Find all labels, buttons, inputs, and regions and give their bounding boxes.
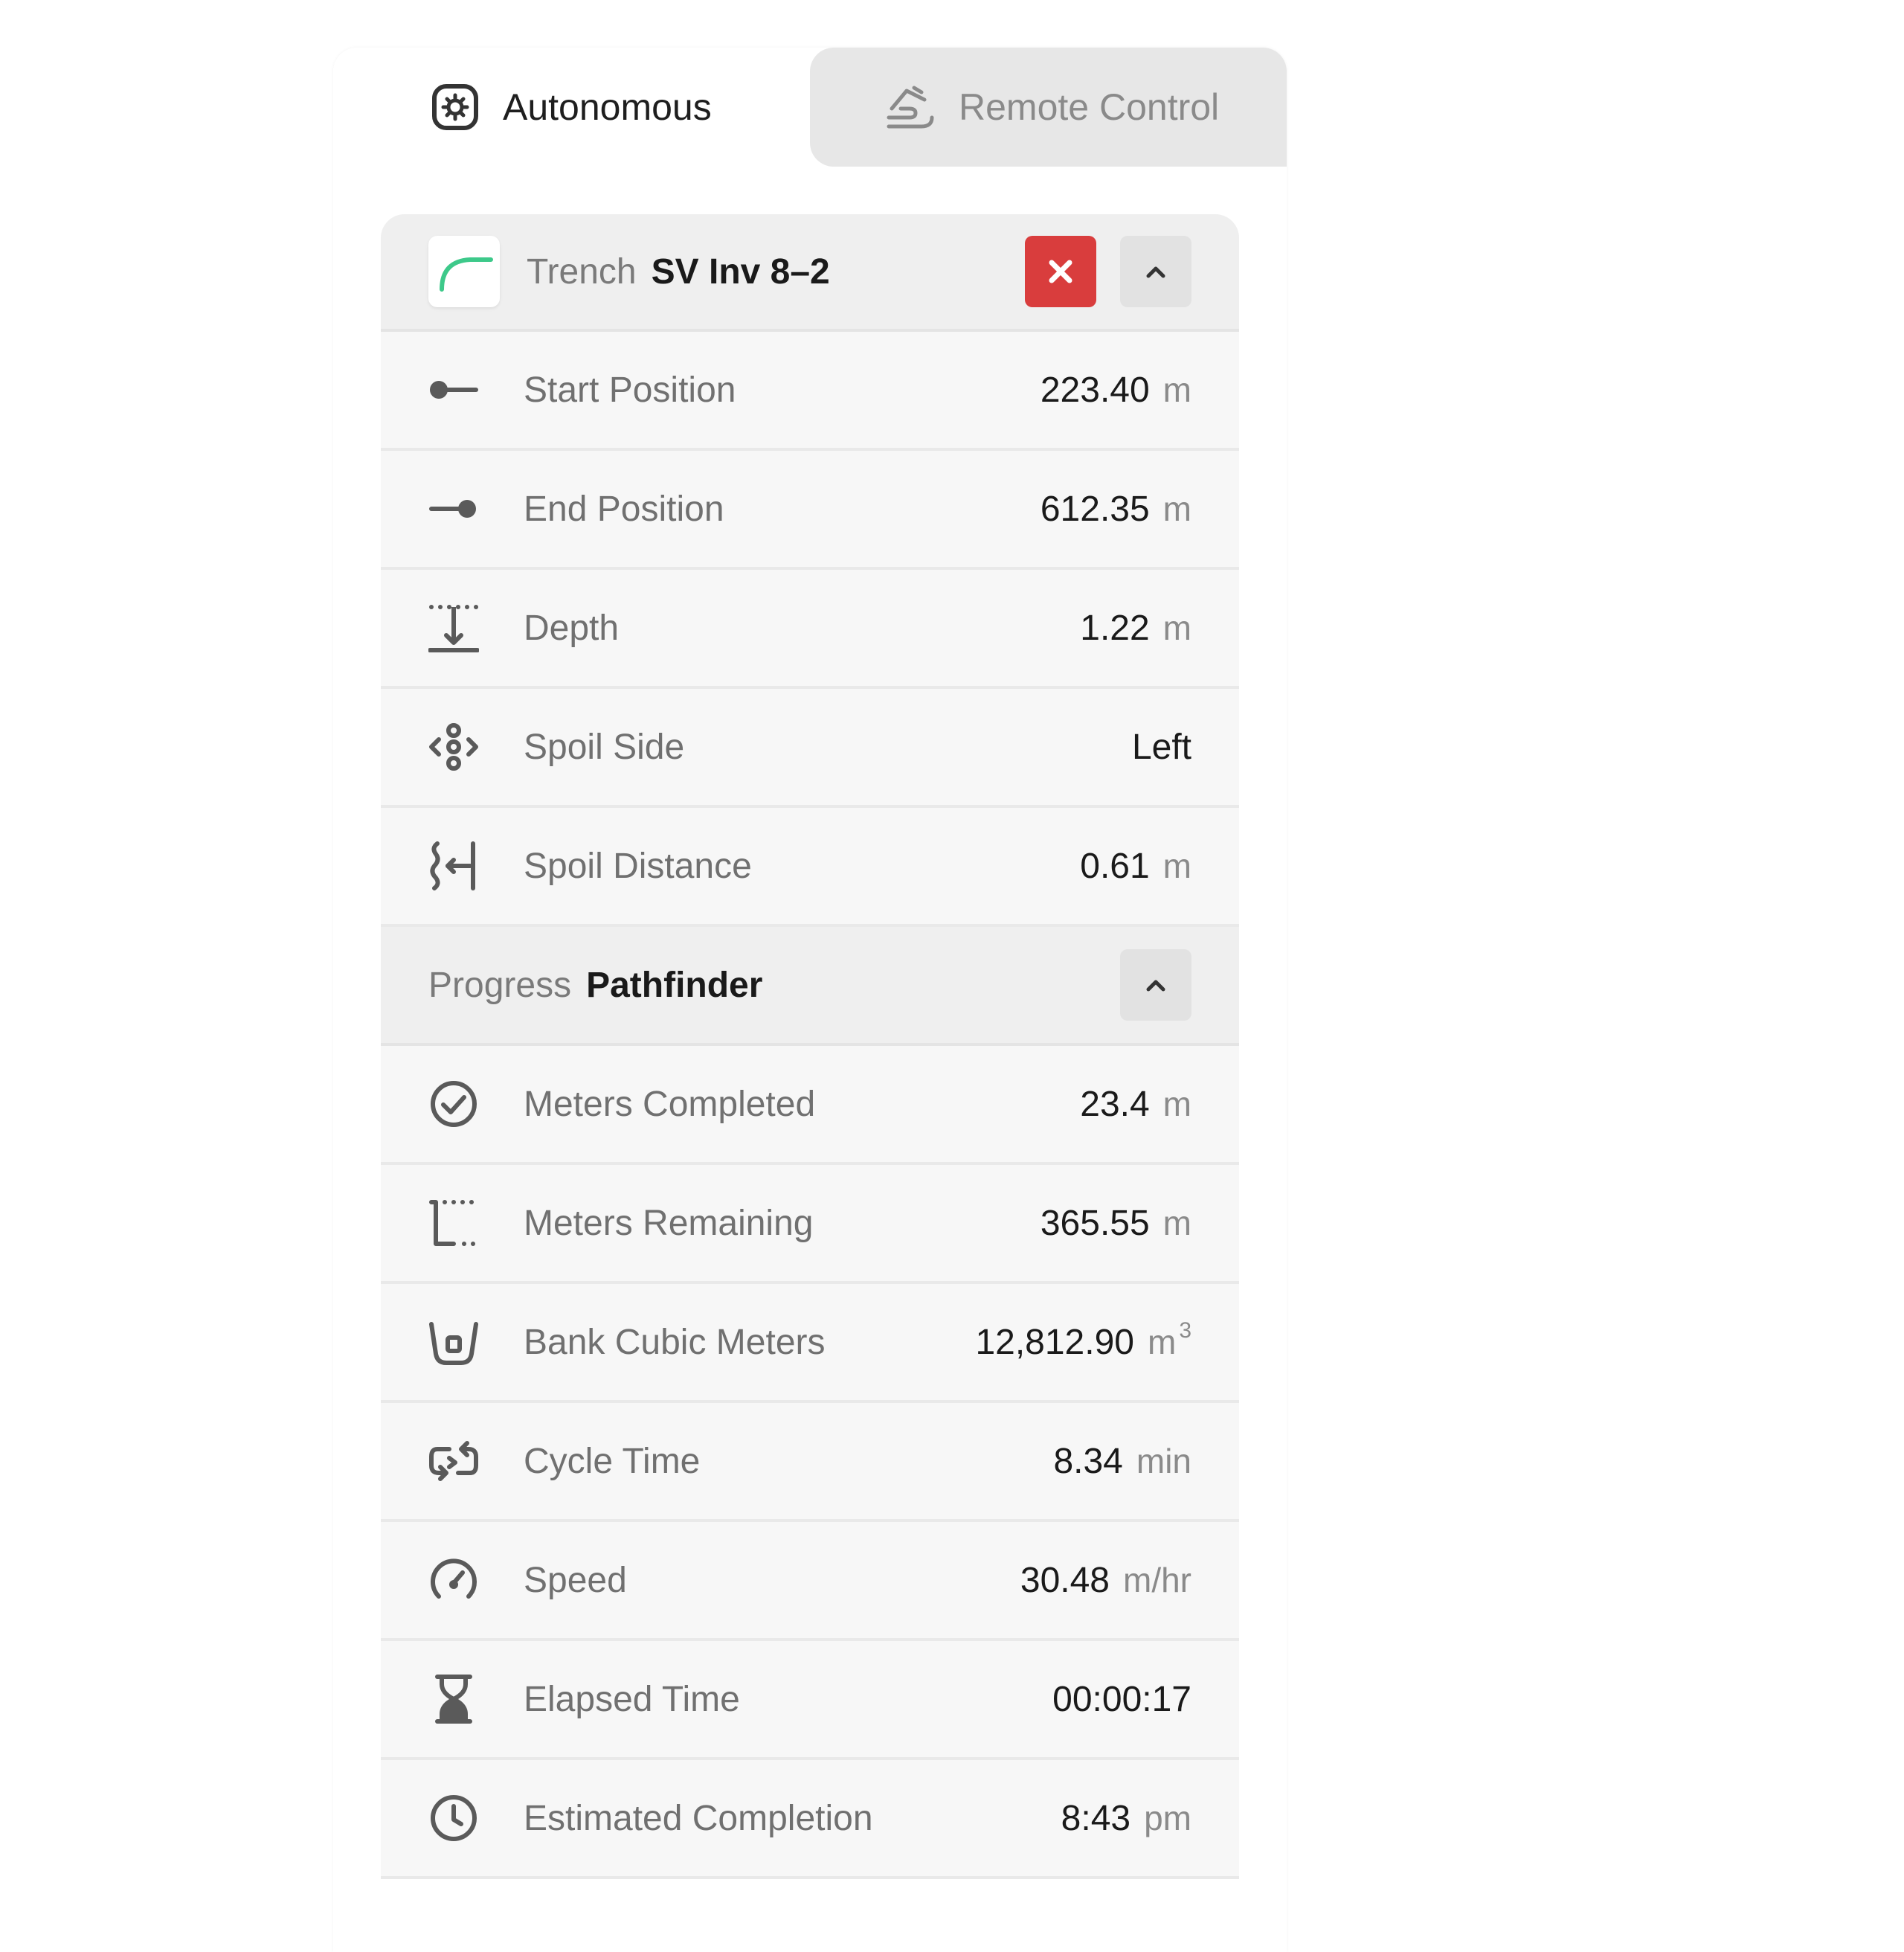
- row-start-position: Start Position 223.40 m: [381, 332, 1239, 451]
- tab-autonomous-label: Autonomous: [503, 86, 712, 128]
- row-spoil-distance: Spoil Distance 0.61 m: [381, 808, 1239, 927]
- row-value: 612.35: [1040, 489, 1150, 529]
- row-label: Depth: [524, 608, 620, 648]
- unit-superscript: 3: [1179, 1317, 1191, 1343]
- trench-card: Trench SV Inv 8–2 Start Position 223.40 …: [381, 214, 1239, 1879]
- row-meters-completed: Meters Completed 23.4 m: [381, 1046, 1239, 1165]
- row-label: Spoil Distance: [524, 846, 752, 886]
- check-circle-icon: [428, 1079, 479, 1129]
- row-value: 30.48: [1020, 1560, 1110, 1600]
- row-unit: m/hr: [1123, 1561, 1191, 1599]
- unit-base: m: [1147, 1323, 1177, 1361]
- row-unit: min: [1136, 1442, 1191, 1480]
- gear-chip-icon: [428, 80, 482, 134]
- close-icon: [1049, 260, 1072, 283]
- start-position-icon: [428, 365, 479, 415]
- row-value: 8.34: [1053, 1441, 1123, 1481]
- row-unit: m: [1162, 489, 1191, 528]
- collapse-trench-button[interactable]: [1120, 236, 1191, 307]
- row-unit: m: [1162, 609, 1191, 647]
- tab-remote-control-label: Remote Control: [959, 86, 1220, 128]
- row-label: Start Position: [524, 370, 736, 410]
- row-value: 223.40: [1040, 370, 1150, 410]
- chevron-up-icon: [1146, 266, 1165, 278]
- row-label: Bank Cubic Meters: [524, 1322, 826, 1362]
- row-end-position: End Position 612.35 m: [381, 451, 1239, 570]
- row-value: Left: [1131, 727, 1191, 767]
- spoil-distance-icon: [428, 841, 479, 891]
- meters-remaining-icon: [428, 1198, 479, 1248]
- row-estimated-completion: Estimated Completion 8:43 pm: [381, 1760, 1239, 1879]
- trench-header: Trench SV Inv 8–2: [381, 214, 1239, 332]
- row-unit: m: [1162, 847, 1191, 885]
- tab-remote-control[interactable]: Remote Control: [810, 48, 1287, 167]
- row-value: 12,812.90: [975, 1322, 1134, 1362]
- row-value: 1.22: [1080, 608, 1150, 648]
- row-value: 365.55: [1040, 1203, 1150, 1243]
- row-label: End Position: [524, 489, 724, 529]
- row-label: Meters Completed: [524, 1084, 816, 1124]
- row-unit: m3: [1147, 1318, 1191, 1362]
- chevron-up-icon: [1146, 980, 1165, 992]
- speedometer-icon: [428, 1555, 479, 1605]
- depth-icon: [428, 603, 479, 653]
- row-value: 0.61: [1080, 846, 1150, 886]
- control-panel: Autonomous Remote Control Trench SV Inv …: [333, 48, 1287, 1952]
- row-unit: m: [1162, 370, 1191, 409]
- spoil-side-icon: [428, 722, 479, 772]
- row-value: 8:43: [1061, 1798, 1131, 1838]
- row-unit: m: [1162, 1204, 1191, 1242]
- bucket-icon: [428, 1317, 479, 1367]
- row-label: Spoil Side: [524, 727, 685, 767]
- end-position-icon: [428, 484, 479, 534]
- row-value: 23.4: [1080, 1084, 1150, 1124]
- row-label: Meters Remaining: [524, 1203, 814, 1243]
- row-bank-cubic-meters: Bank Cubic Meters 12,812.90 m3: [381, 1284, 1239, 1403]
- collapse-progress-button[interactable]: [1120, 949, 1191, 1021]
- row-label: Speed: [524, 1560, 627, 1600]
- progress-header: Progress Pathfinder: [381, 927, 1239, 1046]
- cycle-icon: [428, 1436, 479, 1486]
- row-label: Estimated Completion: [524, 1798, 873, 1838]
- trench-name: SV Inv 8–2: [651, 251, 830, 292]
- close-trench-button[interactable]: [1025, 236, 1096, 307]
- mode-tabs: Autonomous Remote Control: [333, 48, 1287, 167]
- row-speed: Speed 30.48 m/hr: [381, 1522, 1239, 1641]
- row-depth: Depth 1.22 m: [381, 570, 1239, 689]
- trench-path-icon: [428, 236, 500, 307]
- hourglass-icon: [428, 1674, 479, 1724]
- row-unit: pm: [1144, 1799, 1191, 1837]
- row-label: Elapsed Time: [524, 1679, 740, 1719]
- row-label: Cycle Time: [524, 1441, 701, 1481]
- progress-label: Progress: [428, 965, 572, 1005]
- clock-icon: [428, 1793, 479, 1843]
- row-elapsed-time: Elapsed Time 00:00:17: [381, 1641, 1239, 1760]
- trench-label: Trench: [527, 251, 637, 292]
- row-cycle-time: Cycle Time 8.34 min: [381, 1403, 1239, 1522]
- row-spoil-side: Spoil Side Left: [381, 689, 1239, 808]
- tab-autonomous[interactable]: Autonomous: [333, 48, 810, 167]
- progress-name: Pathfinder: [586, 965, 763, 1005]
- row-meters-remaining: Meters Remaining 365.55 m: [381, 1165, 1239, 1284]
- hand-remote-icon: [884, 80, 938, 134]
- row-unit: m: [1162, 1085, 1191, 1123]
- row-value: 00:00:17: [1052, 1679, 1191, 1719]
